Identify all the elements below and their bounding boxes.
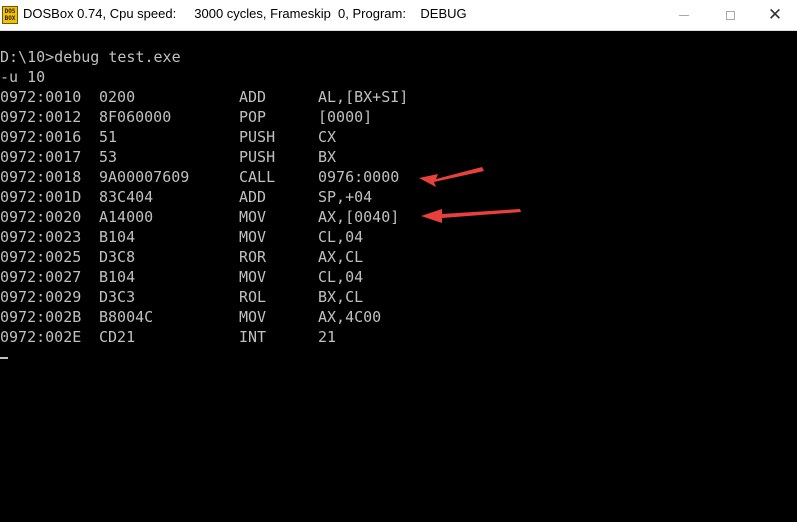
close-button[interactable]: ✕ <box>752 0 797 30</box>
dosbox-window: DOS BOX DOSBox 0.74, Cpu speed: 3000 cyc… <box>0 0 797 522</box>
minimize-button[interactable] <box>661 0 707 30</box>
window-title: DOSBox 0.74, Cpu speed: 3000 cycles, Fra… <box>23 6 467 21</box>
annotation-arrow-icon <box>421 209 521 223</box>
title-bar[interactable]: DOS BOX DOSBox 0.74, Cpu speed: 3000 cyc… <box>0 0 797 31</box>
annotation-overlay <box>419 167 521 223</box>
arrow-call <box>419 167 484 187</box>
annotation-arrow-icon <box>419 167 484 187</box>
dosbox-app-icon: DOS BOX <box>2 6 18 24</box>
arrow-mov <box>421 209 521 223</box>
maximize-icon <box>725 10 735 20</box>
close-icon: ✕ <box>767 4 783 25</box>
minimize-icon <box>679 14 689 16</box>
dos-console[interactable]: D:\10>debug test.exe -u 10 0972:0010 0200… <box>0 31 797 522</box>
maximize-button[interactable] <box>707 0 753 30</box>
